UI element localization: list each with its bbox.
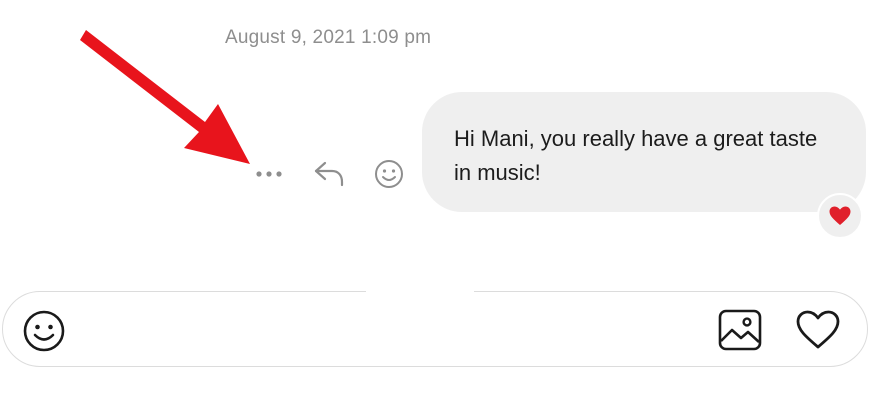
message-text: Hi Mani, you really have a great taste i… <box>454 126 818 185</box>
more-button[interactable] <box>252 160 286 188</box>
image-icon <box>718 309 762 351</box>
message-composer <box>2 291 868 367</box>
divider-gap <box>366 280 474 294</box>
message-input[interactable] <box>77 312 701 348</box>
more-dots-icon <box>256 171 282 177</box>
react-button[interactable] <box>370 155 408 193</box>
like-button[interactable] <box>793 306 843 354</box>
heart-icon <box>829 206 851 225</box>
emoji-icon <box>23 310 65 352</box>
heart-reaction[interactable] <box>817 193 863 239</box>
photo-button[interactable] <box>715 306 765 354</box>
message-bubble[interactable]: Hi Mani, you really have a great taste i… <box>422 92 866 212</box>
message-row: Hi Mani, you really have a great taste i… <box>0 0 873 260</box>
emoji-icon <box>375 160 403 188</box>
emoji-button[interactable] <box>21 308 67 354</box>
heart-outline-icon <box>796 310 840 349</box>
reply-button[interactable] <box>310 155 348 191</box>
reply-icon <box>314 161 344 187</box>
